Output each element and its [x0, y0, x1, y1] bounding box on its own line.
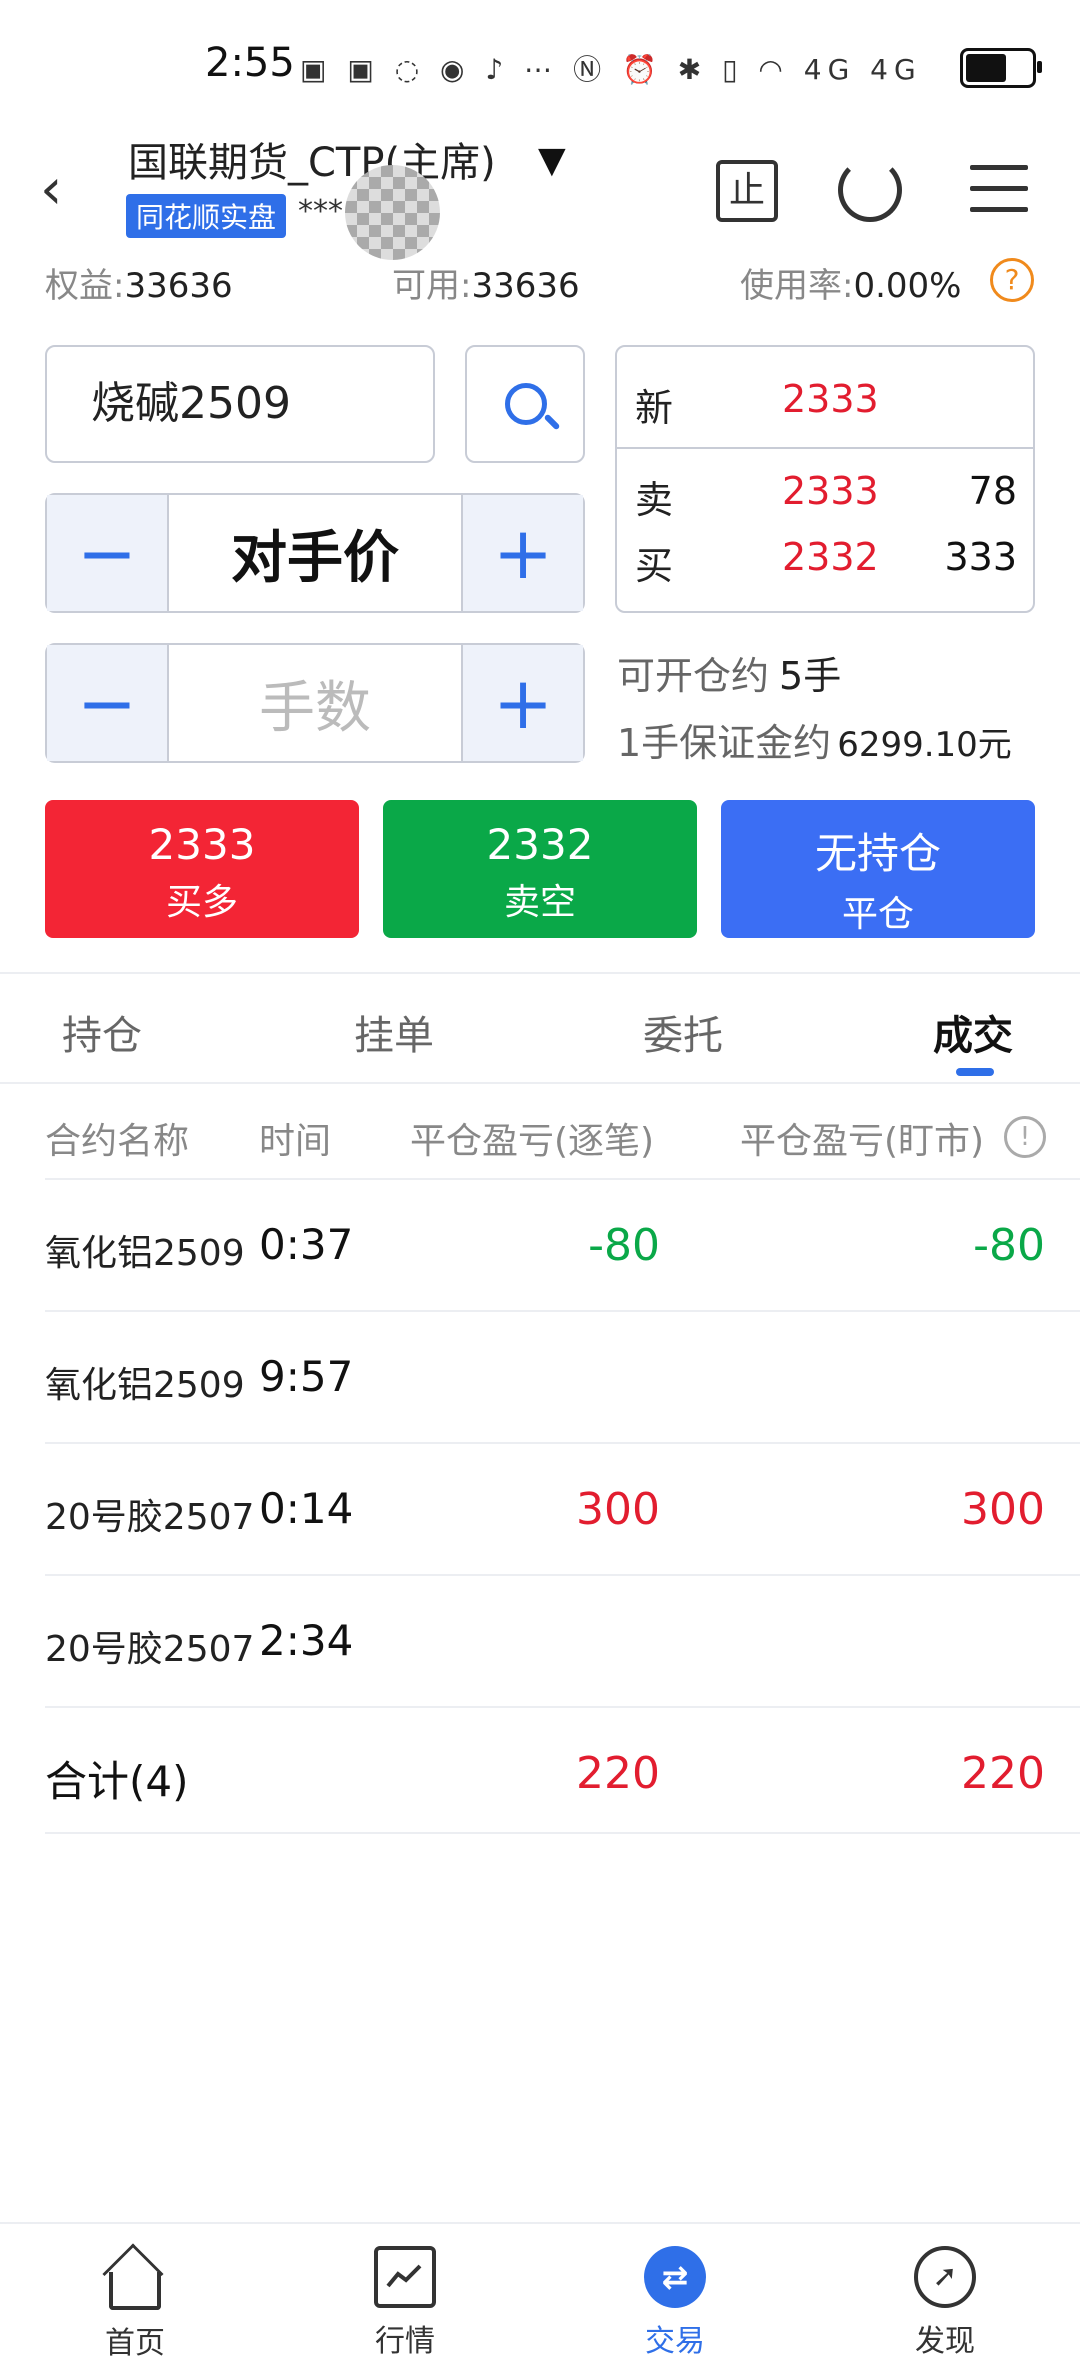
table-row[interactable]: 20号胶2507 2:34: [45, 1576, 1080, 1708]
bottom-nav: 首页 行情 ⇄ 交易 ➚ 发现: [0, 2222, 1080, 2378]
total-row: 合计(4) 220 220: [45, 1708, 1080, 1834]
nav-discover[interactable]: ➚ 发现: [875, 2246, 1015, 2360]
nav-market[interactable]: 行情: [335, 2246, 475, 2360]
total-pl-mark: 220: [961, 1748, 1045, 1799]
open-available-value: 5手: [779, 654, 842, 698]
active-tab-indicator: [956, 1068, 994, 1076]
refresh-icon[interactable]: [838, 158, 902, 222]
trade-icon: ⇄: [644, 2246, 706, 2308]
row-pl-trade: 300: [576, 1484, 660, 1535]
last-price: 2333: [782, 377, 879, 421]
info-icon[interactable]: !: [1004, 1116, 1046, 1158]
nav-home[interactable]: 首页: [65, 2246, 205, 2362]
contract-input[interactable]: 烧碱2509: [45, 345, 435, 463]
menu-icon[interactable]: [970, 165, 1028, 228]
row-time: 9:57: [259, 1352, 354, 1401]
total-pl-trade: 220: [576, 1748, 660, 1799]
tab-positions[interactable]: 持仓: [62, 1003, 142, 1061]
search-button[interactable]: [465, 345, 585, 463]
status-time: 2:55: [205, 40, 295, 86]
price-minus-button[interactable]: −: [47, 495, 169, 611]
tab-trades[interactable]: 成交: [933, 1003, 1013, 1061]
qty-minus-button[interactable]: −: [47, 645, 169, 761]
table-row[interactable]: 20号胶2507 0:14 300 300: [45, 1444, 1080, 1576]
divider: [0, 1082, 1080, 1084]
divider: [0, 972, 1080, 974]
network-label: 4G 4G: [803, 53, 922, 86]
tab-pending[interactable]: 挂单: [354, 1003, 434, 1061]
available: 可用:33636: [392, 266, 580, 306]
row-pl-trade: -80: [588, 1220, 660, 1271]
open-available: 可开仓约 5手: [617, 654, 842, 698]
close-position-button[interactable]: 无持仓 平仓: [721, 800, 1035, 938]
system-status-icons: Ⓝ ⏰ ✱ ▯ ◠: [573, 53, 789, 86]
masked-account: ***: [298, 194, 343, 229]
ask-volume: 78: [968, 469, 1017, 513]
compass-icon: ➚: [914, 2246, 976, 2308]
app-notification-icons: ▣ ▣ ◌ ◉ ♪ ⋯: [300, 53, 559, 86]
battery-icon: [960, 48, 1042, 88]
table-row[interactable]: 氧化铝2509 9:57: [45, 1312, 1080, 1444]
col-pl-trade: 平仓盈亏(逐笔): [410, 1121, 655, 1162]
col-time: 时间: [259, 1121, 332, 1162]
row-pl-mark: 300: [961, 1484, 1045, 1535]
account-name[interactable]: 国联期货_CTP(主席): [128, 130, 496, 188]
qty-plus-button[interactable]: +: [461, 645, 583, 761]
search-icon: [505, 383, 547, 425]
home-icon: [109, 2272, 161, 2310]
sell-short-button[interactable]: 2332 卖空: [383, 800, 697, 938]
account-dropdown-icon[interactable]: ▼: [538, 140, 566, 181]
price-plus-button[interactable]: +: [461, 495, 583, 611]
quantity-stepper: − 手数 +: [45, 643, 585, 763]
help-icon[interactable]: ?: [990, 258, 1034, 302]
table-row[interactable]: 氧化铝2509 0:37 -80 -80: [45, 1180, 1080, 1312]
stop-icon[interactable]: 止: [716, 160, 778, 222]
status-icons: ▣ ▣ ◌ ◉ ♪ ⋯ Ⓝ ⏰ ✱ ▯ ◠ 4G 4G: [300, 48, 922, 88]
account-badge: 同花顺实盘: [126, 194, 287, 238]
buy-long-button[interactable]: 2333 买多: [45, 800, 359, 938]
row-time: 0:14: [259, 1484, 354, 1533]
price-type[interactable]: 对手价: [169, 495, 461, 611]
total-label: 合计(4): [45, 1757, 189, 1806]
col-contract: 合约名称: [45, 1121, 190, 1162]
avatar-mosaic: [345, 165, 440, 260]
row-contract: 20号胶2507: [45, 1497, 255, 1538]
tab-orders[interactable]: 委托: [643, 1003, 723, 1061]
quantity-input[interactable]: 手数: [169, 645, 461, 761]
equity-value: 33636: [124, 266, 233, 306]
margin-per-lot: 1手保证金约 6299.10元: [617, 721, 1012, 765]
usage-value: 0.00%: [853, 266, 962, 306]
row-contract: 氧化铝2509: [45, 1233, 245, 1274]
row-time: 2:34: [259, 1616, 354, 1665]
margin-value: 6299.10元: [837, 725, 1012, 765]
bid-price: 2332: [782, 535, 879, 579]
usage-rate: 使用率:0.00%: [740, 266, 962, 306]
back-button[interactable]: ‹: [40, 160, 80, 220]
bid-volume: 333: [944, 535, 1017, 579]
price-stepper: − 对手价 +: [45, 493, 585, 613]
row-pl-mark: -80: [973, 1220, 1045, 1271]
row-contract: 20号胶2507: [45, 1629, 255, 1670]
row-time: 0:37: [259, 1220, 354, 1269]
nav-trade[interactable]: ⇄ 交易: [605, 2246, 745, 2360]
available-value: 33636: [471, 266, 580, 306]
quote-panel: 新 2333 卖 2333 78 买 2332 333: [615, 345, 1035, 613]
equity: 权益:33636: [45, 266, 233, 306]
col-pl-mark: 平仓盈亏(盯市): [740, 1121, 985, 1162]
row-contract: 氧化铝2509: [45, 1365, 245, 1406]
ask-price: 2333: [782, 469, 879, 513]
market-chart-icon: [374, 2246, 436, 2308]
